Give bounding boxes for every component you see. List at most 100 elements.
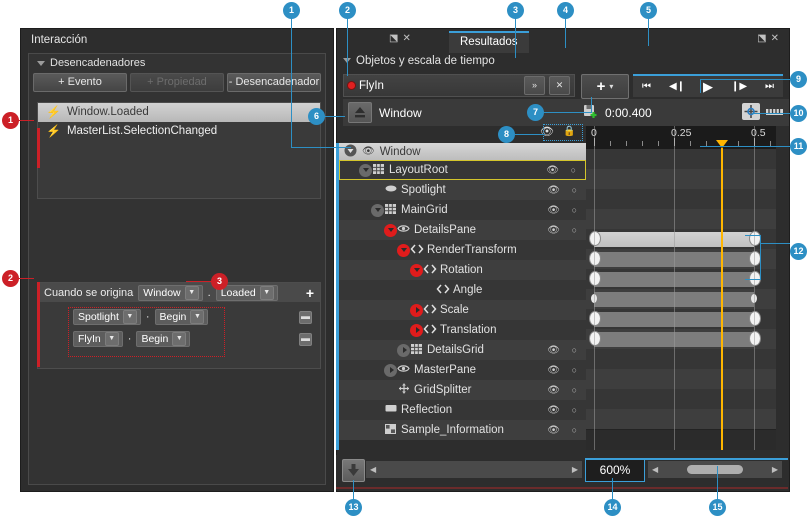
- keyframe[interactable]: [589, 251, 601, 266]
- storyboard-bar: FlyIn » ✕: [343, 74, 575, 97]
- tree-row-detailspane[interactable]: DetailsPane 👁 ○: [339, 220, 586, 240]
- lock-icon[interactable]: ○: [572, 365, 577, 375]
- eye-icon[interactable]: 👁: [547, 225, 560, 236]
- tab-resultados[interactable]: Resultados: [449, 31, 529, 53]
- tree-row-detailsgrid[interactable]: DetailsGrid 👁 ○: [339, 340, 586, 360]
- tree-horizontal-scrollbar[interactable]: ◀ ▶: [366, 461, 582, 478]
- remove-action-button[interactable]: ▬: [299, 332, 312, 346]
- keyframe[interactable]: [749, 331, 761, 346]
- chevron-down-icon[interactable]: [371, 203, 384, 217]
- eye-icon[interactable]: 👁: [547, 345, 560, 356]
- scroll-left-arrow[interactable]: ◀: [652, 465, 658, 474]
- chevron-down-icon[interactable]: [384, 223, 397, 237]
- eye-icon[interactable]: 👁: [547, 405, 560, 416]
- chevron-right-icon[interactable]: [397, 343, 410, 357]
- play-button[interactable]: ▶: [703, 79, 713, 95]
- chevron-down-icon[interactable]: [359, 163, 372, 177]
- scroll-right-arrow[interactable]: ▶: [772, 465, 778, 474]
- previous-frame-button[interactable]: ◀❙: [669, 81, 685, 92]
- lock-icon[interactable]: ○: [572, 205, 577, 215]
- go-to-end-button[interactable]: ⏭: [765, 81, 774, 92]
- shape-icon: [397, 224, 410, 236]
- tree-row-rotation[interactable]: Rotation: [339, 260, 586, 280]
- timeline-row[interactable]: [586, 349, 776, 370]
- timeline-row[interactable]: [586, 189, 776, 210]
- go-to-start-button[interactable]: ⏮: [642, 81, 651, 92]
- keyframe[interactable]: [589, 231, 601, 246]
- callout-leader: [515, 134, 545, 135]
- close-storyboard-button[interactable]: ✕: [549, 76, 570, 95]
- tree-row-maingrid[interactable]: MainGrid 👁 ○: [339, 200, 586, 220]
- remove-trigger-button[interactable]: - Desencadenador: [227, 73, 321, 92]
- tree-row-translation[interactable]: Translation: [339, 320, 586, 340]
- lock-icon[interactable]: ○: [572, 385, 577, 395]
- timeline-row[interactable]: [586, 389, 776, 410]
- keyframe[interactable]: [749, 311, 761, 326]
- tree-row-scale[interactable]: Scale: [339, 300, 586, 320]
- add-action-button[interactable]: +: [306, 285, 314, 301]
- origin-target-select[interactable]: Window ▼: [138, 284, 203, 301]
- eye-icon[interactable]: 👁: [547, 365, 560, 376]
- undock-icon-right[interactable]: ⬔✕: [757, 33, 783, 44]
- callout-leader: [752, 113, 790, 114]
- timeline-row[interactable]: [586, 409, 776, 430]
- lock-icon[interactable]: ○: [572, 345, 577, 355]
- lock-icon[interactable]: ○: [571, 165, 576, 175]
- timeline-row[interactable]: [586, 169, 776, 190]
- tree-row-rendertransform[interactable]: RenderTransform: [339, 240, 586, 260]
- lock-icon[interactable]: ○: [572, 425, 577, 435]
- timeline-horizontal-scrollbar[interactable]: ◀ ▶: [648, 461, 782, 478]
- objects-timeline-header[interactable]: Objetos y escala de tiempo: [343, 55, 783, 72]
- chevron-down-icon[interactable]: [397, 243, 410, 257]
- chevron-down-icon[interactable]: [410, 263, 423, 277]
- highlight-bar-triggers: [37, 128, 40, 168]
- undock-icon-left[interactable]: ⬔✕: [389, 33, 415, 44]
- tree-row-masterpane[interactable]: MasterPane 👁 ○: [339, 360, 586, 380]
- zoom-level-input[interactable]: 600%: [585, 458, 645, 482]
- tree-root-row[interactable]: 👁 Window: [339, 143, 591, 160]
- keyframe[interactable]: [589, 271, 601, 286]
- tree-row-layoutroot[interactable]: LayoutRoot 👁 ○: [339, 160, 586, 180]
- scroll-right-arrow[interactable]: ▶: [572, 465, 578, 474]
- eye-icon[interactable]: 👁: [547, 425, 560, 436]
- keyframe[interactable]: [589, 311, 601, 326]
- add-event-button[interactable]: + Evento: [33, 73, 127, 92]
- timeline-bottom-bar: ◀ ▶ 600% ◀ ▶: [336, 455, 788, 490]
- add-storyboard-button[interactable]: + ▾: [581, 74, 629, 99]
- next-frame-button[interactable]: ❙▶: [731, 81, 747, 92]
- tree-row-sample_information[interactable]: Sample_Information 👁 ○: [339, 420, 586, 440]
- current-time-value[interactable]: 0:00.400: [605, 106, 652, 120]
- eye-icon[interactable]: 👁: [547, 385, 560, 396]
- scroll-left-arrow[interactable]: ◀: [370, 465, 376, 474]
- tree-row-angle[interactable]: Angle: [339, 280, 586, 300]
- tree-row-reflection[interactable]: Reflection 👁 ○: [339, 400, 586, 420]
- eject-icon[interactable]: [348, 102, 372, 123]
- keyframe[interactable]: [589, 331, 601, 346]
- lock-icon[interactable]: ○: [572, 405, 577, 415]
- callout-leader: [325, 116, 345, 117]
- triggers-section-header[interactable]: Desencadenadores: [29, 54, 325, 73]
- timeline-row[interactable]: [586, 149, 776, 170]
- chevron-right-icon[interactable]: [410, 323, 423, 337]
- timeline-row[interactable]: [586, 209, 776, 230]
- lock-icon[interactable]: ○: [572, 185, 577, 195]
- eye-icon[interactable]: 👁: [547, 185, 560, 196]
- scroll-down-icon[interactable]: [342, 459, 365, 482]
- remove-action-button[interactable]: ▬: [299, 310, 312, 324]
- lock-icon[interactable]: ○: [572, 225, 577, 235]
- grid-icon: [410, 343, 423, 357]
- callout-leader: [515, 18, 516, 58]
- eye-icon[interactable]: 👁: [547, 205, 560, 216]
- chevron-right-icon[interactable]: [384, 363, 397, 377]
- callout-leader: [745, 279, 761, 280]
- chevron-right-icon[interactable]: [410, 303, 423, 317]
- callout-leader: [648, 18, 649, 46]
- eye-icon[interactable]: 👁: [546, 165, 559, 176]
- tree-row-gridsplitter[interactable]: GridSplitter 👁 ○: [339, 380, 586, 400]
- collapse-storyboard-button[interactable]: »: [524, 76, 545, 95]
- scrollbar-thumb[interactable]: [687, 465, 743, 474]
- tree-row-spotlight[interactable]: Spotlight 👁 ○: [339, 180, 586, 200]
- list-item[interactable]: ⚡ Window.Loaded: [38, 103, 320, 122]
- list-item[interactable]: ⚡ MasterList.SelectionChanged: [38, 122, 320, 141]
- timeline-row[interactable]: [586, 369, 776, 390]
